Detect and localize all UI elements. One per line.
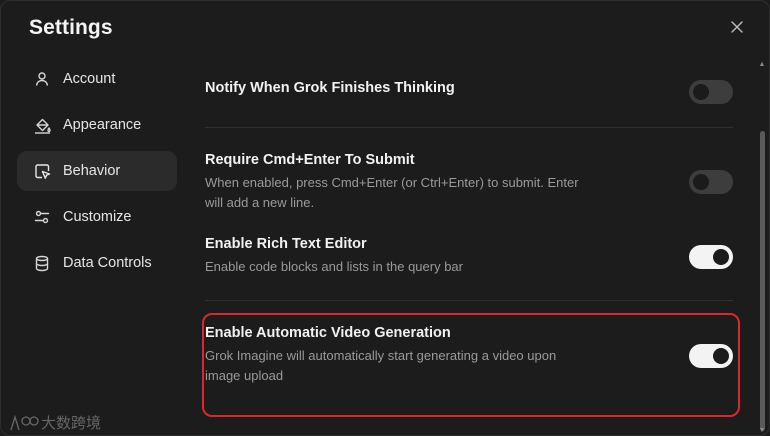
setting-label: Enable Rich Text Editor — [205, 236, 367, 252]
cursor-window-icon — [33, 162, 51, 180]
close-icon — [731, 21, 743, 33]
setting-row-rich-text: Enable Rich Text Editor Enable code bloc… — [205, 236, 733, 277]
divider — [205, 127, 733, 128]
sidebar-item-label: Appearance — [63, 117, 142, 133]
dialog-title: Settings — [29, 16, 113, 39]
setting-row-cmd-enter: Require Cmd+Enter To Submit When enabled… — [205, 152, 733, 213]
setting-description: Enable code blocks and lists in the quer… — [205, 259, 463, 274]
setting-description: When enabled, press Cmd+Enter (or Ctrl+E… — [205, 175, 579, 210]
sidebar-item-label: Data Controls — [63, 255, 152, 271]
setting-label: Require Cmd+Enter To Submit — [205, 152, 415, 168]
sidebar-item-behavior[interactable]: Behavior — [17, 151, 177, 191]
sidebar-item-account[interactable]: Account — [17, 59, 177, 99]
sliders-icon — [33, 208, 51, 226]
watermark: 大数跨境 — [9, 412, 101, 433]
scroll-down-arrow[interactable]: ▼ — [758, 427, 766, 435]
setting-label: Notify When Grok Finishes Thinking — [205, 80, 455, 96]
sidebar-item-label: Behavior — [63, 163, 121, 179]
rich-text-toggle[interactable] — [689, 245, 733, 269]
scroll-up-arrow[interactable]: ▲ — [758, 61, 766, 69]
divider — [205, 300, 733, 301]
close-button[interactable] — [727, 17, 747, 37]
sidebar-item-label: Customize — [63, 209, 132, 225]
database-icon — [33, 254, 51, 272]
user-icon — [33, 70, 51, 88]
sidebar-item-data-controls[interactable]: Data Controls — [17, 243, 177, 283]
cmd-enter-toggle[interactable] — [689, 170, 733, 194]
paint-bucket-icon — [33, 116, 51, 134]
watermark-logo — [10, 414, 39, 430]
highlight-annotation — [202, 313, 740, 417]
scrollbar-thumb[interactable] — [760, 131, 765, 431]
sidebar-item-customize[interactable]: Customize — [17, 197, 177, 237]
settings-sidebar: Account Appearance Behavior Customize Da… — [17, 59, 177, 289]
sidebar-item-label: Account — [63, 71, 116, 87]
sidebar-item-appearance[interactable]: Appearance — [17, 105, 177, 145]
watermark-text: 大数跨境 — [41, 415, 102, 432]
notify-thinking-toggle[interactable] — [689, 80, 733, 104]
setting-row-notify-thinking: Notify When Grok Finishes Thinking — [205, 80, 733, 104]
settings-dialog: Settings Account Appearance Behavior Cus… — [0, 0, 770, 436]
